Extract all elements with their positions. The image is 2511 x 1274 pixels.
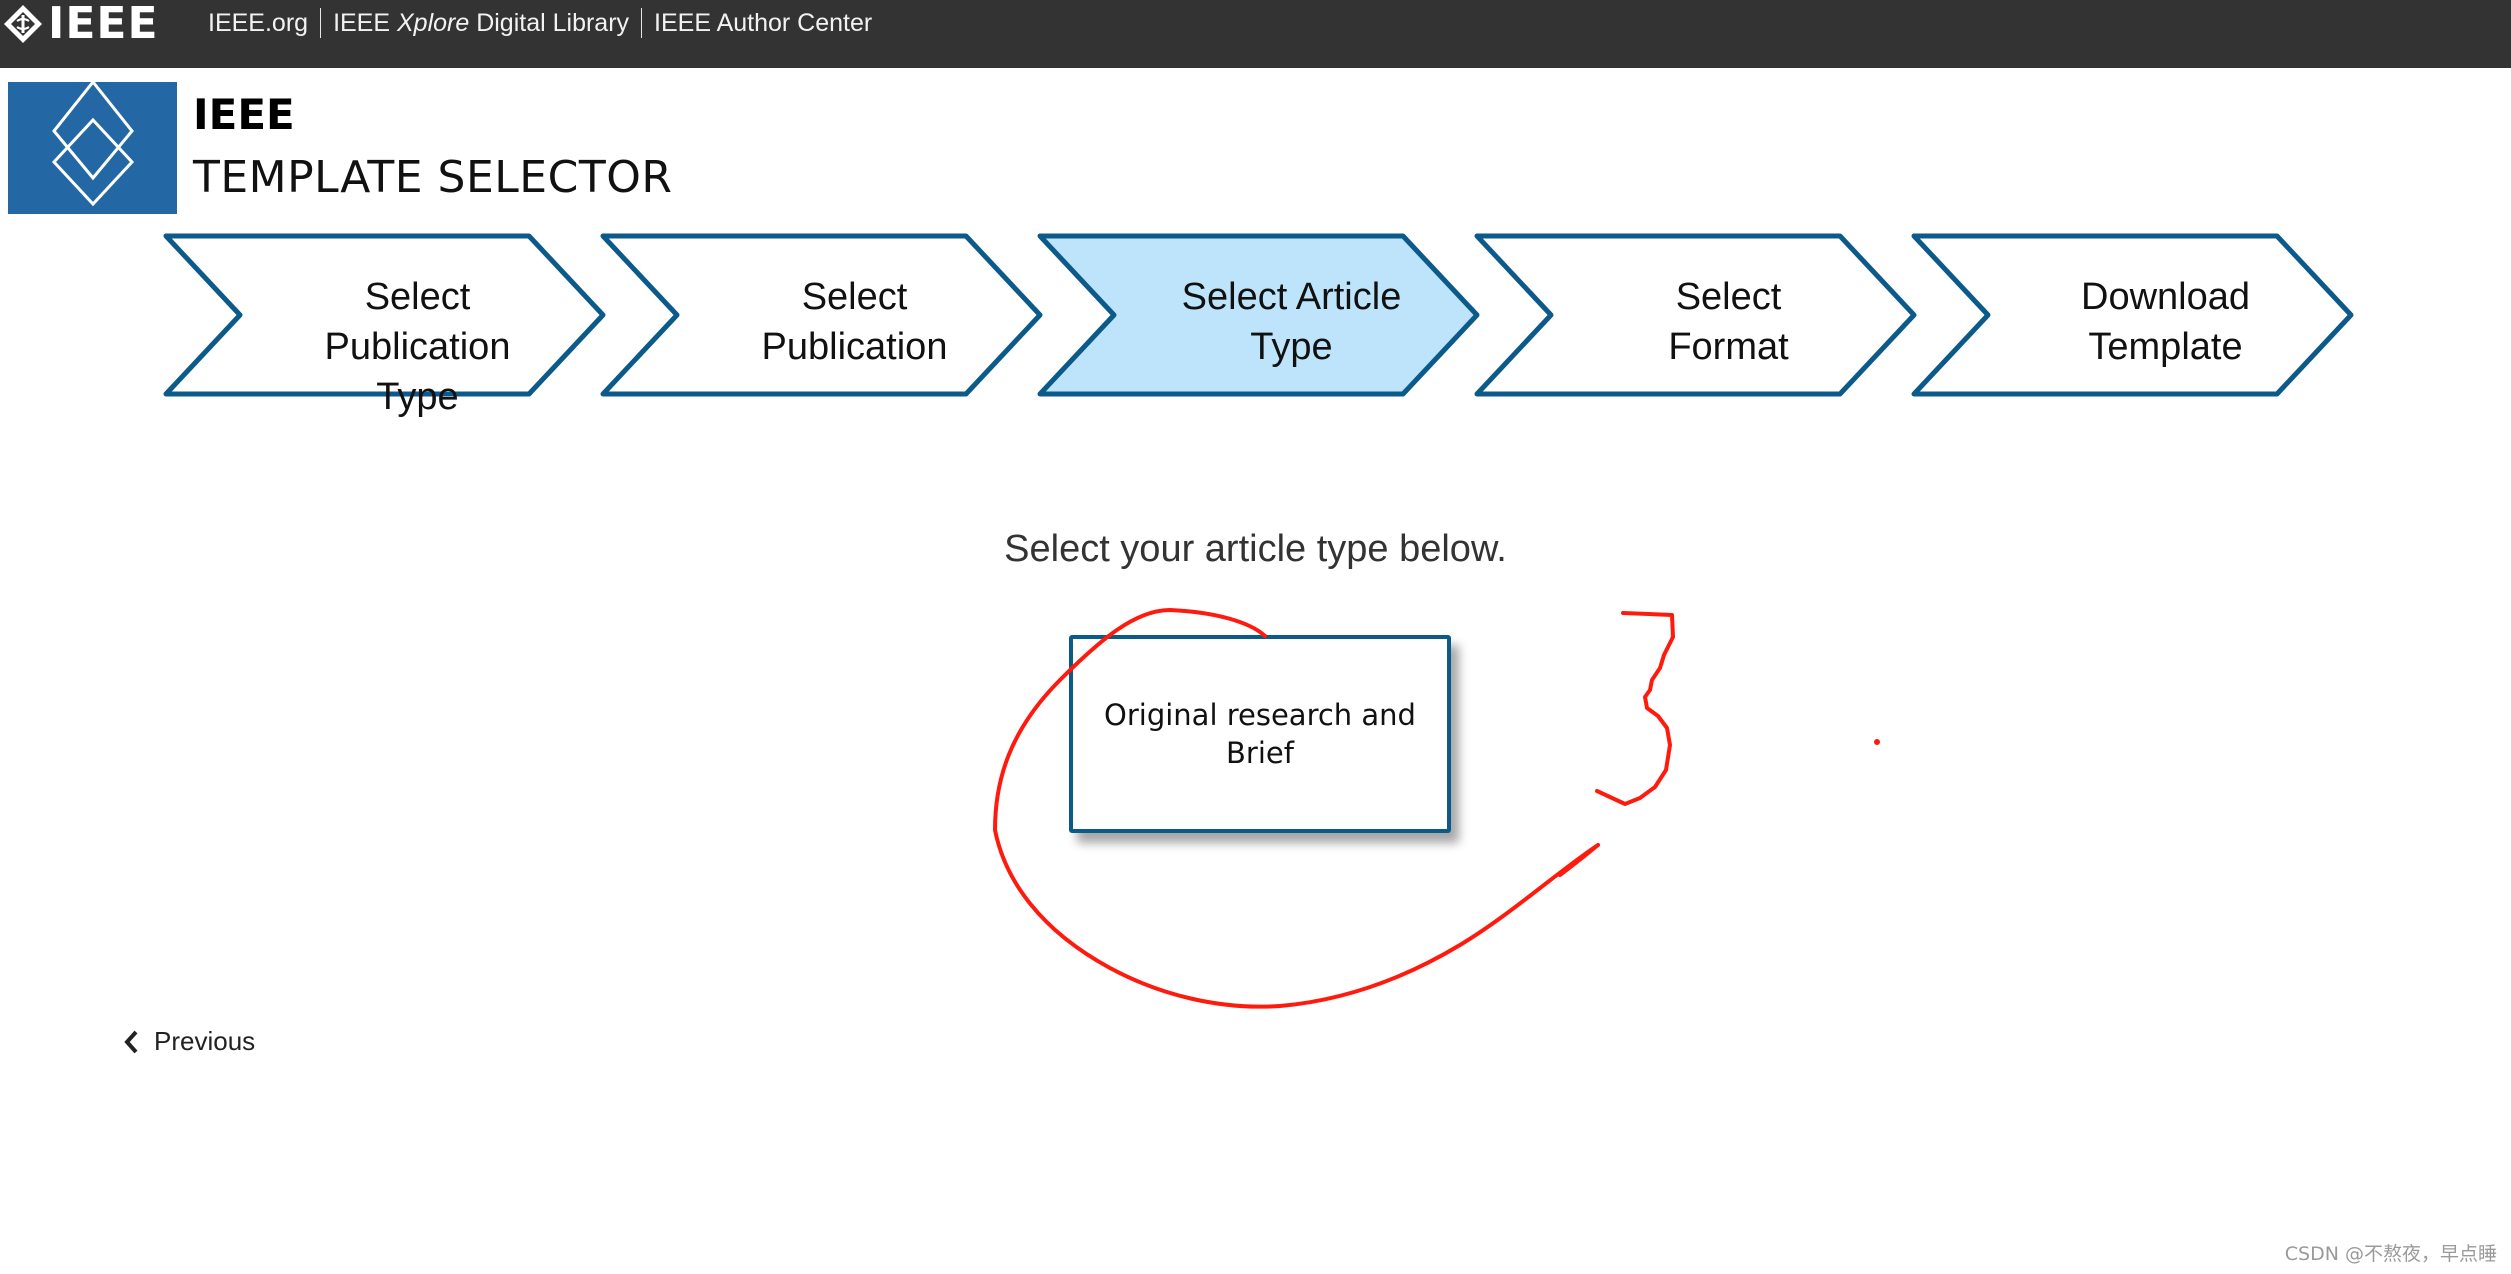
xplore-italic: Xplore bbox=[396, 8, 470, 37]
step-label-line: Template bbox=[2088, 326, 2243, 368]
ieee-logo-text: IEEE bbox=[48, 0, 159, 49]
step-label-2[interactable]: Select Publication bbox=[705, 272, 1005, 372]
previous-button[interactable]: Previous bbox=[122, 1026, 255, 1057]
top-links: IEEE.org IEEE Xplore Digital Library IEE… bbox=[208, 8, 872, 38]
step-label-line: Select Article bbox=[1181, 276, 1402, 318]
link-ieee-xplore[interactable]: IEEE Xplore Digital Library bbox=[333, 9, 629, 38]
link-ieee-org[interactable]: IEEE.org bbox=[208, 9, 308, 38]
link-separator bbox=[641, 8, 643, 38]
annotation-dot bbox=[1874, 739, 1880, 745]
template-selector-logo bbox=[8, 82, 177, 214]
progress-steps: Select Publication Type Select Publication Se… bbox=[0, 0, 2511, 460]
xplore-prefix: IEEE bbox=[333, 8, 397, 37]
article-type-label: Original research and Brief bbox=[1104, 698, 1416, 770]
ieee-logo[interactable]: IEEE bbox=[2, 0, 159, 48]
step-label-line: Select bbox=[801, 276, 908, 318]
annotation-digit-3 bbox=[1595, 611, 1675, 806]
link-ieee-author-center[interactable]: IEEE Author Center bbox=[654, 9, 872, 38]
step-label-line: Publication bbox=[324, 326, 511, 368]
page-title: TEMPLATE SELECTOR bbox=[193, 152, 673, 203]
step-label-line: Select bbox=[364, 276, 471, 318]
stacked-diamonds-icon bbox=[51, 82, 135, 207]
step-label-4[interactable]: Select Format bbox=[1579, 272, 1879, 372]
step-label-line: Format bbox=[1668, 326, 1789, 368]
step-label-line: Download bbox=[2081, 276, 2250, 318]
step-label-1[interactable]: Select Publication Type bbox=[268, 272, 568, 422]
article-type-option-original-research[interactable]: Original research and Brief bbox=[1069, 635, 1451, 833]
step-label-line: Publication bbox=[761, 326, 948, 368]
brand-name: IEEE bbox=[193, 90, 295, 139]
link-separator bbox=[320, 8, 322, 38]
step-label-line: Type bbox=[1250, 326, 1333, 368]
previous-label: Previous bbox=[154, 1026, 256, 1056]
step-label-line: Type bbox=[376, 376, 459, 418]
xplore-suffix: Digital Library bbox=[469, 8, 630, 37]
watermark: CSDN @不熬夜，早点睡 bbox=[2284, 1243, 2497, 1265]
top-navigation-bar: IEEE IEEE.org IEEE Xplore Digital Librar… bbox=[0, 0, 2511, 68]
step-label-3[interactable]: Select Article Type bbox=[1142, 272, 1442, 372]
step-label-line: Select bbox=[1675, 276, 1782, 318]
ieee-diamond-icon bbox=[4, 5, 42, 43]
annotation-circle-end bbox=[1558, 843, 1600, 877]
step-label-5[interactable]: Download Template bbox=[2016, 272, 2316, 372]
instruction-text: Select your article type below. bbox=[1004, 528, 1507, 570]
chevron-left-icon bbox=[124, 1030, 138, 1053]
